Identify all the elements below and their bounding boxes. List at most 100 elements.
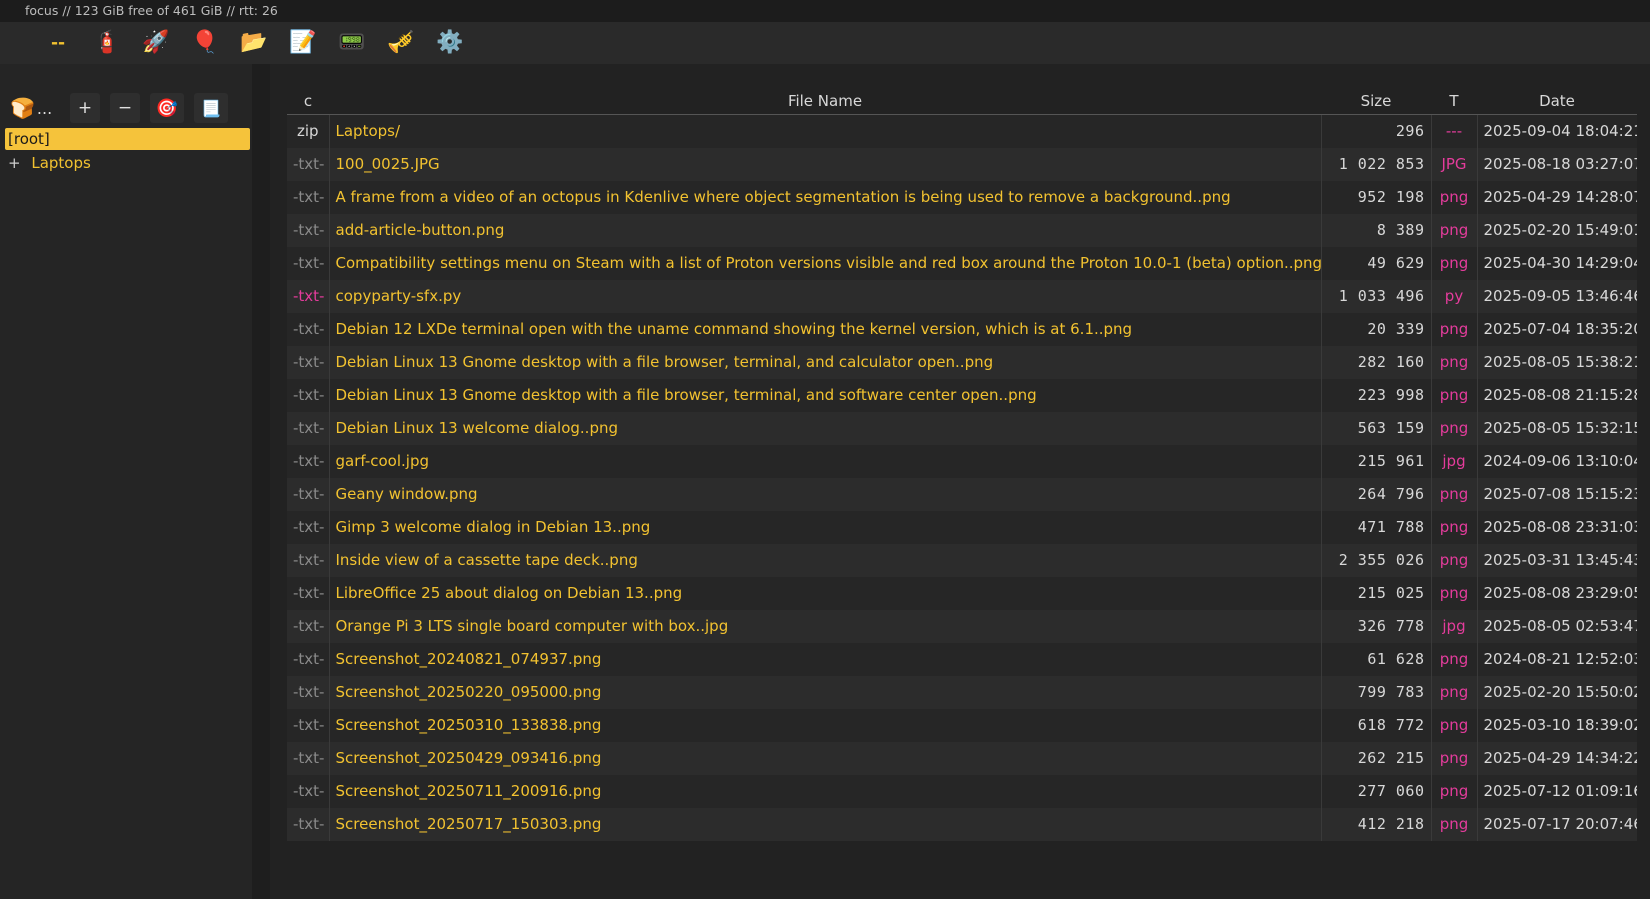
file-type-tag[interactable]: -txt- xyxy=(287,708,330,742)
file-type-tag[interactable]: -txt- xyxy=(287,642,330,676)
column-header-c[interactable]: c xyxy=(287,88,329,115)
table-row[interactable]: -txt-copyparty-sfx.py 1 033 496 py 2025-09-… xyxy=(287,279,1637,313)
file-name-link[interactable]: Screenshot_20250220_095000.png xyxy=(329,675,1322,709)
file-name-link[interactable]: Laptops/ xyxy=(329,114,1322,148)
file-name-link[interactable]: Compatibility settings menu on Steam wit… xyxy=(329,246,1322,280)
file-type-tag[interactable]: -txt- xyxy=(287,279,330,313)
table-row[interactable]: -txt- Compatibility settings menu on Stea… xyxy=(287,246,1637,280)
bread-button[interactable]: 🍞 ... xyxy=(10,93,60,123)
tree-item-laptops[interactable]: + Laptops xyxy=(8,152,91,174)
table-row[interactable]: -txt- Orange Pi 3 LTS single board comput… xyxy=(287,609,1637,643)
table-row[interactable]: -txt- Geany window.png 264 796 png 2025-07-0… xyxy=(287,477,1637,511)
target-icon[interactable]: 🎯 xyxy=(150,93,184,123)
collapse-button[interactable]: − xyxy=(110,93,140,123)
file-name-link[interactable]: copyparty-sfx.py xyxy=(329,279,1322,313)
file-type-tag[interactable]: -txt- xyxy=(287,477,330,511)
file-type-tag[interactable]: -txt- xyxy=(287,609,330,643)
column-header-date[interactable]: Date xyxy=(1477,88,1637,115)
table-row[interactable]: -txt- 100_0025.JPG 1 022 853 JPG 2025-08-18 … xyxy=(287,147,1637,181)
file-name-link[interactable]: Gimp 3 welcome dialog in Debian 13..png xyxy=(329,510,1322,544)
fire-extinguisher-icon[interactable]: 🧯 xyxy=(89,27,125,59)
file-date: 2025-02-20 15:49:01 xyxy=(1477,213,1637,247)
file-date: 2025-03-31 13:45:43 xyxy=(1477,543,1637,577)
table-row[interactable]: -txt- Screenshot_20250220_095000.png 799 7… xyxy=(287,675,1637,709)
gear-icon[interactable]: ⚙️ xyxy=(432,27,468,59)
file-type-tag[interactable]: -txt- xyxy=(287,147,330,181)
file-name-link[interactable]: Debian Linux 13 Gnome desktop with a fil… xyxy=(329,345,1322,379)
column-header-name[interactable]: File Name xyxy=(329,88,1321,115)
expand-button[interactable]: + xyxy=(70,93,100,123)
table-row[interactable]: -txt-add-article-button.png 8 389 png 2025-… xyxy=(287,213,1637,247)
file-type-tag[interactable]: zip xyxy=(287,114,330,148)
tree-expander[interactable]: + xyxy=(8,154,21,172)
file-name-link[interactable]: garf-cool.jpg xyxy=(329,444,1322,478)
file-name-link[interactable]: Debian 12 LXDe terminal open with the un… xyxy=(329,312,1322,346)
sidebar-divider[interactable] xyxy=(252,64,270,899)
file-date: 2025-04-29 14:34:22 xyxy=(1477,741,1637,775)
table-row[interactable]: -txt- Screenshot_20250717_150303.png 412 2… xyxy=(287,807,1637,841)
file-type-tag[interactable]: -txt- xyxy=(287,378,330,412)
file-type-tag[interactable]: -txt- xyxy=(287,180,330,214)
file-name-link[interactable]: Screenshot_20240821_074937.png xyxy=(329,642,1322,676)
memo-icon[interactable]: 📝 xyxy=(285,27,321,59)
column-header-type[interactable]: T xyxy=(1431,88,1477,115)
dash-button[interactable]: -- xyxy=(40,27,76,59)
balloon-icon[interactable]: 🎈 xyxy=(187,27,223,59)
file-type-tag[interactable]: -txt- xyxy=(287,213,330,247)
table-row[interactable]: -txt- Debian Linux 13 welcome dialog..png… xyxy=(287,411,1637,445)
file-date: 2024-09-06 13:10:04 xyxy=(1477,444,1637,478)
tree-root[interactable]: [root] xyxy=(5,128,250,150)
file-date: 2025-04-30 14:29:04 xyxy=(1477,246,1637,280)
file-name-link[interactable]: Inside view of a cassette tape deck..png xyxy=(329,543,1322,577)
table-row[interactable]: -txt- Debian 12 LXDe terminal open with t… xyxy=(287,312,1637,346)
file-type-tag[interactable]: -txt- xyxy=(287,345,330,379)
file-type-tag[interactable]: -txt- xyxy=(287,741,330,775)
table-row[interactable]: -txt- Debian Linux 13 Gnome desktop with … xyxy=(287,345,1637,379)
file-name-link[interactable]: A frame from a video of an octopus in Kd… xyxy=(329,180,1322,214)
column-header-size[interactable]: Size xyxy=(1321,88,1431,115)
file-name-link[interactable]: Screenshot_20250310_133838.png xyxy=(329,708,1322,742)
pager-icon[interactable]: 📟 xyxy=(334,27,370,59)
open-folder-icon[interactable]: 📂 xyxy=(236,27,272,59)
table-row[interactable]: -txt- Gimp 3 welcome dialog in Debian 13.… xyxy=(287,510,1637,544)
table-row[interactable]: -txt- LibreOffice 25 about dialog on Debi… xyxy=(287,576,1637,610)
file-type-tag[interactable]: -txt- xyxy=(287,444,330,478)
table-row[interactable]: -txt- A frame from a video of an octopus … xyxy=(287,180,1637,214)
file-date: 2025-08-08 21:15:28 xyxy=(1477,378,1637,412)
file-name-link[interactable]: 100_0025.JPG xyxy=(329,147,1322,181)
file-type-tag[interactable]: -txt- xyxy=(287,246,330,280)
rocket-icon[interactable]: 🚀 xyxy=(138,27,174,59)
file-name-link[interactable]: Debian Linux 13 welcome dialog..png xyxy=(329,411,1322,445)
table-row[interactable]: -txt- Inside view of a cassette tape deck… xyxy=(287,543,1637,577)
file-size: 215 961 xyxy=(1321,444,1432,478)
table-row[interactable]: -txt- Screenshot_20250711_200916.png 277 0… xyxy=(287,774,1637,808)
file-name-link[interactable]: add-article-button.png xyxy=(329,213,1322,247)
file-type-tag[interactable]: -txt- xyxy=(287,510,330,544)
file-name-link[interactable]: LibreOffice 25 about dialog on Debian 13… xyxy=(329,576,1322,610)
file-type-tag[interactable]: -txt- xyxy=(287,576,330,610)
file-date: 2025-08-05 02:53:47 xyxy=(1477,609,1637,643)
file-date: 2025-03-10 18:39:02 xyxy=(1477,708,1637,742)
table-row[interactable]: -txt- Screenshot_20240821_074937.png 61 62… xyxy=(287,642,1637,676)
file-name-link[interactable]: Screenshot_20250717_150303.png xyxy=(329,807,1322,841)
table-row[interactable]: -txt-garf-cool.jpg 215 961 jpg 2024-09-06 1… xyxy=(287,444,1637,478)
file-name-link[interactable]: Screenshot_20250429_093416.png xyxy=(329,741,1322,775)
file-type-tag[interactable]: -txt- xyxy=(287,774,330,808)
table-row[interactable]: zip Laptops/296 --- 2025-09-04 18:04:21 xyxy=(287,114,1637,148)
file-name-link[interactable]: Orange Pi 3 LTS single board computer wi… xyxy=(329,609,1322,643)
file-name-link[interactable]: Geany window.png xyxy=(329,477,1322,511)
table-row[interactable]: -txt- Debian Linux 13 Gnome desktop with … xyxy=(287,378,1637,412)
file-date: 2025-07-17 20:07:46 xyxy=(1477,807,1637,841)
trumpet-icon[interactable]: 🎺 xyxy=(383,27,419,59)
file-type-tag[interactable]: -txt- xyxy=(287,411,330,445)
file-date: 2025-07-04 18:35:20 xyxy=(1477,312,1637,346)
table-row[interactable]: -txt- Screenshot_20250310_133838.png 618 7… xyxy=(287,708,1637,742)
file-type-tag[interactable]: -txt- xyxy=(287,312,330,346)
file-name-link[interactable]: Debian Linux 13 Gnome desktop with a fil… xyxy=(329,378,1322,412)
file-type-tag[interactable]: -txt- xyxy=(287,543,330,577)
file-type-tag[interactable]: -txt- xyxy=(287,675,330,709)
table-row[interactable]: -txt- Screenshot_20250429_093416.png 262 2… xyxy=(287,741,1637,775)
file-name-link[interactable]: Screenshot_20250711_200916.png xyxy=(329,774,1322,808)
file-type-tag[interactable]: -txt- xyxy=(287,807,330,841)
document-icon[interactable]: 📃 xyxy=(194,93,228,123)
